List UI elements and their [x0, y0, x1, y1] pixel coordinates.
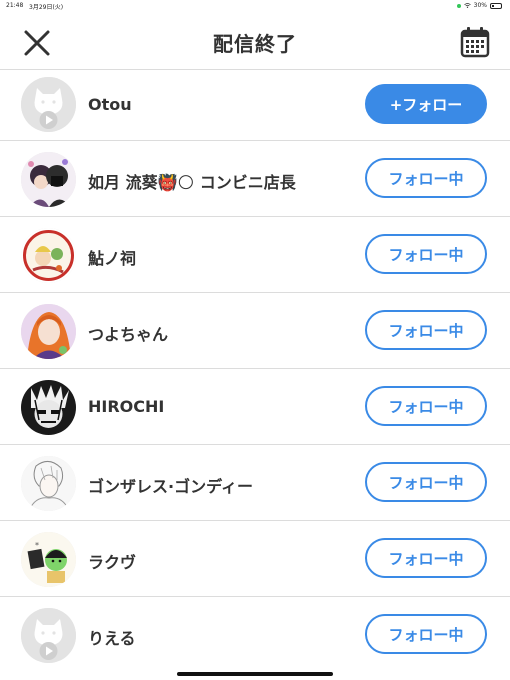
following-button[interactable]: フォロー中: [365, 310, 487, 350]
username-label[interactable]: HIROCHI: [88, 397, 164, 416]
battery-percent: 30%: [473, 2, 487, 9]
status-time: 21:48: [6, 2, 24, 9]
username-label[interactable]: つよちゃん: [88, 321, 168, 345]
user-row[interactable]: HIROCHI フォロー中: [0, 369, 510, 445]
status-bar: 21:48 3月29日(火) 30%: [0, 0, 510, 12]
username-label[interactable]: 如月 流葵👹🌕 コンビニ店長: [88, 169, 296, 193]
username-label[interactable]: りえる: [88, 625, 136, 649]
status-date: 3月29日(火): [29, 4, 64, 11]
following-button[interactable]: フォロー中: [365, 614, 487, 654]
username-label[interactable]: ゴンザレス·ゴンディー: [88, 473, 253, 497]
status-indicators: 30%: [456, 2, 502, 9]
following-button[interactable]: フォロー中: [365, 538, 487, 578]
user-list: Otou +フォロー 如月 流葵👹🌕 コンビニ店長 フォロー中 鮎ノ祠 フォロー中 つよちゃ…: [0, 71, 510, 673]
user-row[interactable]: Otou +フォロー: [0, 71, 510, 141]
calendar-icon: [460, 27, 490, 58]
default-avatar-icon[interactable]: [21, 77, 76, 132]
following-button[interactable]: フォロー中: [365, 462, 487, 502]
user-row[interactable]: つよちゃん フォロー中: [0, 293, 510, 369]
default-avatar-icon[interactable]: [21, 608, 76, 663]
anime-avatar-icon[interactable]: [21, 304, 76, 359]
svg-text:*: *: [35, 541, 39, 550]
user-row[interactable]: 鮎ノ祠 フォロー中: [0, 217, 510, 293]
user-row[interactable]: 如月 流葵👹🌕 コンビニ店長 フォロー中: [0, 141, 510, 217]
following-button[interactable]: フォロー中: [365, 234, 487, 274]
username-label[interactable]: ラクヴ: [88, 549, 136, 573]
user-row[interactable]: * ラクヴ フォロー中: [0, 521, 510, 597]
user-row[interactable]: りえる フォロー中: [0, 597, 510, 673]
following-button[interactable]: フォロー中: [365, 386, 487, 426]
battery-icon: [490, 2, 502, 9]
anime-avatar-icon[interactable]: [21, 152, 76, 207]
calendar-button[interactable]: [460, 26, 490, 58]
user-row[interactable]: ゴンザレス·ゴンディー フォロー中: [0, 445, 510, 521]
sketch-avatar-icon[interactable]: [21, 456, 76, 511]
follow-button[interactable]: +フォロー: [365, 84, 487, 124]
anime-avatar-icon[interactable]: [21, 228, 76, 283]
sketch-avatar-icon[interactable]: [21, 380, 76, 435]
username-label[interactable]: 鮎ノ祠: [88, 245, 136, 269]
mic-indicator-icon: [456, 3, 461, 8]
header: 配信終了: [0, 12, 510, 70]
cartoon-avatar-icon[interactable]: *: [21, 532, 76, 587]
wifi-icon: [463, 3, 471, 8]
home-indicator[interactable]: [177, 672, 333, 676]
page-title: 配信終了: [213, 32, 297, 56]
username-label[interactable]: Otou: [88, 95, 132, 114]
following-button[interactable]: フォロー中: [365, 158, 487, 198]
